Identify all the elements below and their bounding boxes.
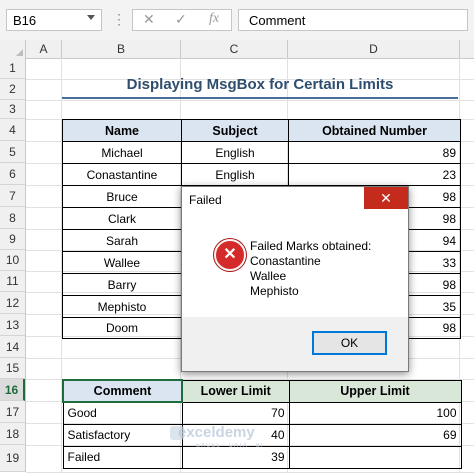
row-header-8[interactable]: 8 (0, 207, 25, 229)
name-box[interactable]: B16 (6, 9, 102, 31)
name-cell[interactable]: Sarah (62, 229, 182, 252)
row-header-6[interactable]: 6 (0, 163, 25, 185)
header-obtained-number[interactable]: Obtained Number (288, 119, 461, 142)
subject-cell[interactable]: English (181, 163, 289, 186)
column-header-d[interactable]: D (288, 40, 460, 58)
header-subject[interactable]: Subject (181, 119, 289, 142)
row-header-1[interactable]: 1 (0, 58, 25, 79)
column-headers: A B C D (0, 40, 474, 59)
table-row: Michael English 89 (62, 141, 461, 164)
row-header-3[interactable]: 3 (0, 100, 25, 119)
name-cell[interactable]: Mephisto (62, 295, 182, 318)
row-header-9[interactable]: 9 (0, 229, 25, 250)
name-box-value: B16 (13, 13, 37, 28)
limits-table: Comment Lower Limit Upper Limit Good 70 10… (62, 379, 462, 469)
select-all-icon (16, 49, 23, 56)
row-headers: 1 2 3 4 5 6 7 8 9 10 11 12 13 14 15 16 17 18 19 (0, 58, 26, 472)
upper-limit-cell[interactable]: 69 (288, 423, 462, 447)
row-header-13[interactable]: 13 (0, 314, 25, 336)
obtained-number-cell[interactable]: 89 (288, 141, 461, 164)
formula-buttons: ✕ ✓ fx (132, 9, 232, 31)
insert-function-icon[interactable]: fx (209, 11, 219, 27)
ok-button[interactable]: OK (312, 331, 387, 355)
enter-icon[interactable]: ✓ (175, 11, 187, 28)
row-header-16[interactable]: 16 (0, 379, 25, 401)
row-header-11[interactable]: 11 (0, 271, 25, 292)
dialog-footer: OK (182, 317, 408, 371)
name-cell[interactable]: Wallee (62, 251, 182, 274)
formula-bar: B16 ⋮ ✕ ✓ fx Comment (0, 0, 474, 41)
gridline (26, 100, 474, 101)
header-name[interactable]: Name (62, 119, 182, 142)
cancel-icon[interactable]: ✕ (143, 11, 155, 28)
select-all-button[interactable] (0, 40, 26, 58)
obtained-number-cell[interactable]: 23 (288, 163, 461, 186)
error-icon: ✕ (214, 239, 246, 271)
row-header-14[interactable]: 14 (0, 336, 25, 358)
upper-limit-cell[interactable]: 100 (288, 401, 462, 425)
upper-limit-cell[interactable] (288, 445, 462, 469)
name-cell[interactable]: Michael (62, 141, 182, 164)
watermark: exceldemy (178, 424, 255, 441)
lower-limit-cell[interactable]: 39 (181, 445, 290, 469)
row-header-5[interactable]: 5 (0, 141, 25, 163)
dialog-title: Failed (189, 193, 222, 207)
comment-cell[interactable]: Satisfactory (62, 423, 183, 447)
name-cell[interactable]: Conastantine (62, 163, 182, 186)
column-header-c[interactable]: C (181, 40, 288, 58)
row-header-19[interactable]: 19 (0, 445, 25, 472)
column-header-b[interactable]: B (62, 40, 181, 58)
name-cell[interactable]: Barry (62, 273, 182, 296)
sheet-title: Displaying MsgBox for Certain Limits (126, 76, 394, 93)
formula-input[interactable]: Comment (238, 9, 468, 31)
comment-cell[interactable]: Good (62, 401, 183, 425)
chevron-down-icon[interactable] (87, 15, 95, 20)
header-lower-limit[interactable]: Lower Limit (181, 379, 290, 403)
close-icon[interactable]: ✕ (364, 187, 408, 209)
row-header-17[interactable]: 17 (0, 401, 25, 423)
column-header-a[interactable]: A (26, 40, 62, 58)
row-header-2[interactable]: 2 (0, 79, 25, 100)
table-row: Conastantine English 23 (62, 163, 461, 186)
comment-cell[interactable]: Failed (62, 445, 183, 469)
row-header-18[interactable]: 18 (0, 423, 25, 445)
name-cell[interactable]: Doom (62, 317, 182, 339)
dialog-body: ✕ Failed Marks obtained: Conastantine Wa… (182, 213, 408, 317)
row-header-10[interactable]: 10 (0, 250, 25, 271)
lower-limit-cell[interactable]: 70 (181, 401, 290, 425)
title-underline (62, 97, 458, 99)
row-header-12[interactable]: 12 (0, 292, 25, 314)
formula-value: Comment (249, 13, 306, 28)
row-header-4[interactable]: 4 (0, 119, 25, 141)
header-comment[interactable]: Comment (62, 379, 183, 403)
row-header-15[interactable]: 15 (0, 358, 25, 379)
drag-handle-icon[interactable]: ⋮ (112, 12, 126, 26)
table-row: Good 70 100 (62, 401, 462, 425)
row-header-7[interactable]: 7 (0, 185, 25, 207)
name-cell[interactable]: Clark (62, 207, 182, 230)
dialog-titlebar[interactable]: Failed ✕ (182, 187, 408, 213)
watermark-subtitle: EXCEL · DATA · BI (196, 443, 264, 449)
header-upper-limit[interactable]: Upper Limit (288, 379, 462, 403)
name-cell[interactable]: Bruce (62, 185, 182, 208)
subject-cell[interactable]: English (181, 141, 289, 164)
failed-dialog: Failed ✕ ✕ Failed Marks obtained: Conast… (181, 186, 409, 372)
table-row: Failed 39 (62, 445, 462, 469)
dialog-message: Failed Marks obtained: Conastantine Wall… (250, 239, 372, 298)
